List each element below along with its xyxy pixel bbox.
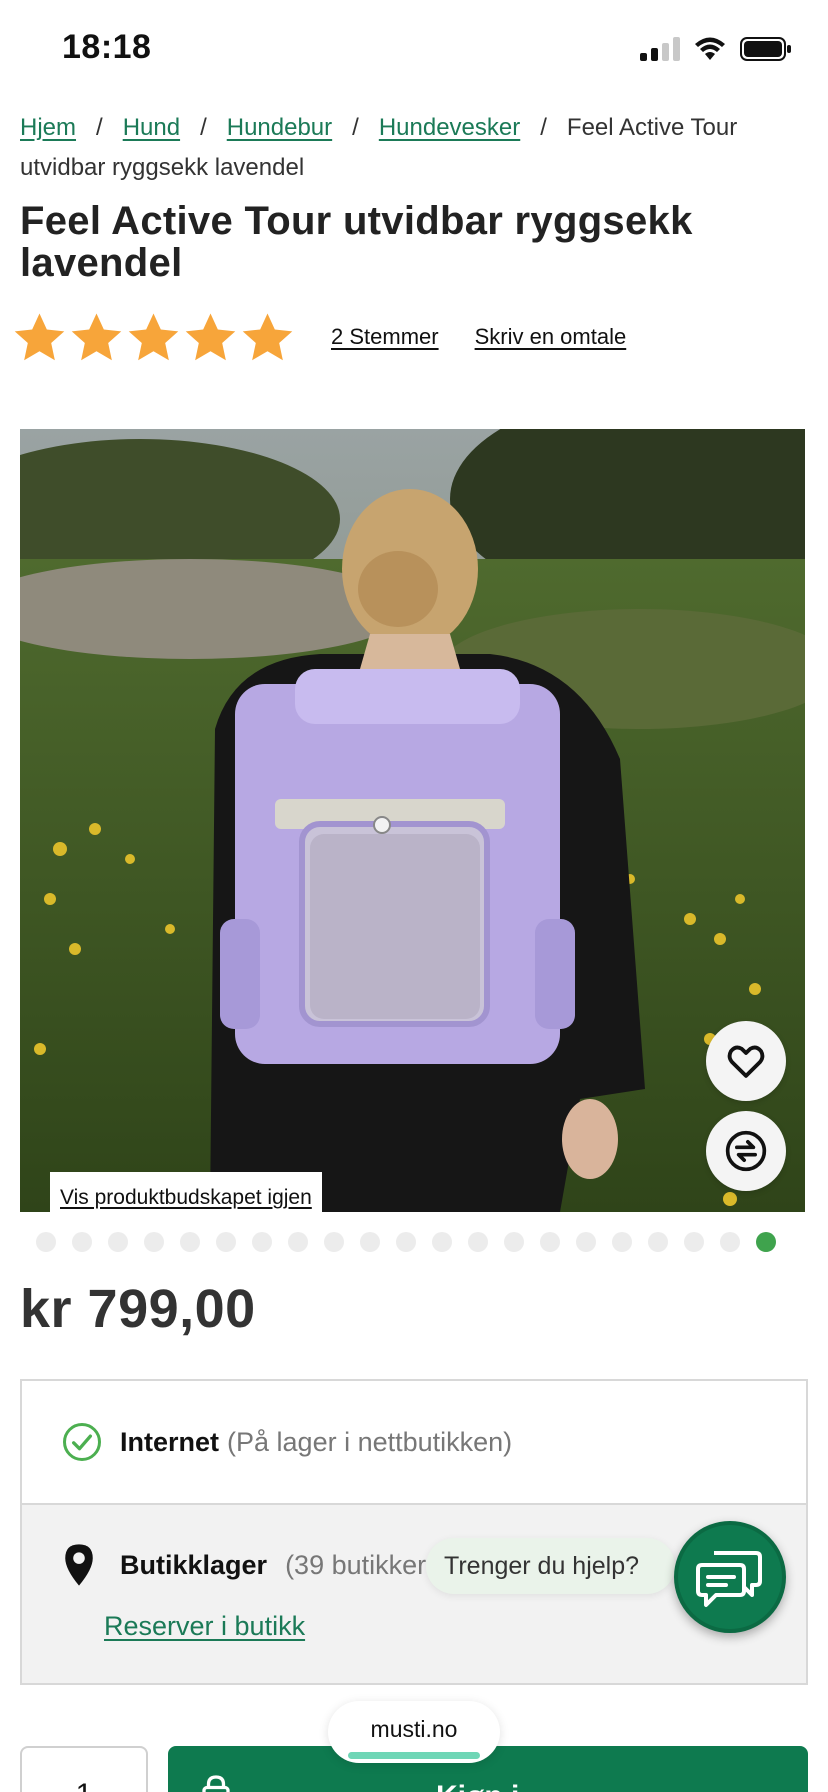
breadcrumb-link-dog-bags[interactable]: Hundevesker bbox=[379, 114, 520, 141]
breadcrumb-link-dog[interactable]: Hund bbox=[123, 114, 180, 141]
home-indicator bbox=[348, 1752, 480, 1759]
carousel-dot[interactable] bbox=[396, 1232, 416, 1252]
compare-button[interactable] bbox=[706, 1111, 786, 1191]
breadcrumb-separator: / bbox=[200, 114, 207, 141]
chat-button[interactable] bbox=[674, 1521, 786, 1633]
breadcrumb-separator: / bbox=[96, 114, 103, 141]
carousel-dot[interactable] bbox=[720, 1232, 740, 1252]
carousel-dot[interactable] bbox=[108, 1232, 128, 1252]
chat-icon bbox=[696, 1551, 762, 1607]
stock-availability: Internet (På lager i nettbutikken) Butik… bbox=[20, 1379, 808, 1685]
shopping-bag-icon bbox=[202, 1775, 230, 1792]
carousel-dot[interactable] bbox=[144, 1232, 164, 1252]
star-rating bbox=[12, 310, 295, 365]
product-title: Feel Active Tour utvidbar ryggsekk laven… bbox=[20, 199, 693, 285]
breadcrumb-link-dog-crate[interactable]: Hundebur bbox=[227, 114, 332, 141]
compare-arrows-icon bbox=[725, 1130, 767, 1172]
product-price: kr 799,00 bbox=[20, 1279, 256, 1339]
carousel-dots bbox=[36, 1232, 776, 1252]
breadcrumb-link-home[interactable]: Hjem bbox=[20, 114, 76, 141]
carousel-dot[interactable] bbox=[756, 1232, 776, 1252]
carousel-dot[interactable] bbox=[504, 1232, 524, 1252]
star-icon bbox=[242, 312, 293, 360]
check-circle-icon bbox=[63, 1423, 101, 1461]
rating-row: 2 Stemmer Skriv en omtale bbox=[12, 310, 626, 364]
carousel-dot[interactable] bbox=[684, 1232, 704, 1252]
breadcrumb-separator: / bbox=[540, 114, 547, 141]
carousel-dot[interactable] bbox=[648, 1232, 668, 1252]
browser-url-pill[interactable]: musti.no bbox=[328, 1701, 500, 1763]
carousel-dot[interactable] bbox=[432, 1232, 452, 1252]
favorite-button[interactable] bbox=[706, 1021, 786, 1101]
carousel-dot[interactable] bbox=[612, 1232, 632, 1252]
browser-url: musti.no bbox=[370, 1716, 458, 1742]
heart-icon bbox=[727, 1045, 765, 1078]
star-icon bbox=[185, 312, 236, 360]
store-stock-title: Butikklager bbox=[120, 1549, 268, 1580]
votes-link[interactable]: 2 Stemmer bbox=[331, 324, 439, 350]
status-icons bbox=[640, 36, 792, 62]
carousel-dot[interactable] bbox=[180, 1232, 200, 1252]
status-bar: 18:18 bbox=[0, 0, 828, 100]
carousel-dot[interactable] bbox=[36, 1232, 56, 1252]
carousel-dot[interactable] bbox=[576, 1232, 596, 1252]
carousel-dot[interactable] bbox=[540, 1232, 560, 1252]
online-stock-title: Internet bbox=[120, 1426, 220, 1457]
cellular-signal-icon bbox=[640, 37, 680, 61]
write-review-link[interactable]: Skriv en omtale bbox=[475, 324, 627, 350]
star-icon bbox=[71, 312, 122, 360]
chat-help-bubble[interactable]: Trenger du hjelp? bbox=[426, 1538, 676, 1594]
store-stock-note: (39 butikker bbox=[285, 1549, 427, 1580]
star-icon bbox=[128, 312, 179, 360]
carousel-dot[interactable] bbox=[252, 1232, 272, 1252]
battery-icon bbox=[740, 37, 791, 61]
show-product-message-link[interactable]: Vis produktbudskapet igjen bbox=[50, 1172, 322, 1212]
carousel-dot[interactable] bbox=[216, 1232, 236, 1252]
reserve-in-store-link[interactable]: Reserver i butikk bbox=[104, 1611, 305, 1642]
product-image-carousel[interactable]: Vis produktbudskapet igjen bbox=[20, 429, 805, 1212]
buy-button-label: Kjøp i bbox=[436, 1780, 519, 1792]
product-photo bbox=[20, 429, 805, 1212]
online-stock-row: Internet (På lager i nettbutikken) bbox=[22, 1381, 806, 1505]
online-stock-note: (På lager i nettbutikken) bbox=[227, 1426, 513, 1457]
carousel-dot[interactable] bbox=[468, 1232, 488, 1252]
carousel-dot[interactable] bbox=[288, 1232, 308, 1252]
wifi-icon bbox=[695, 37, 725, 60]
carousel-dot[interactable] bbox=[324, 1232, 344, 1252]
breadcrumb: Hjem / Hund / Hundebur / Hundevesker / Feel Acti… bbox=[20, 108, 800, 188]
status-time: 18:18 bbox=[62, 28, 152, 66]
location-pin-icon bbox=[65, 1544, 93, 1586]
carousel-dot[interactable] bbox=[72, 1232, 92, 1252]
store-stock-line: Butikklager (39 butikker bbox=[62, 1543, 426, 1587]
breadcrumb-separator: / bbox=[352, 114, 359, 141]
carousel-dot[interactable] bbox=[360, 1232, 380, 1252]
star-icon bbox=[14, 312, 65, 360]
quantity-input[interactable]: 1 bbox=[20, 1746, 148, 1792]
